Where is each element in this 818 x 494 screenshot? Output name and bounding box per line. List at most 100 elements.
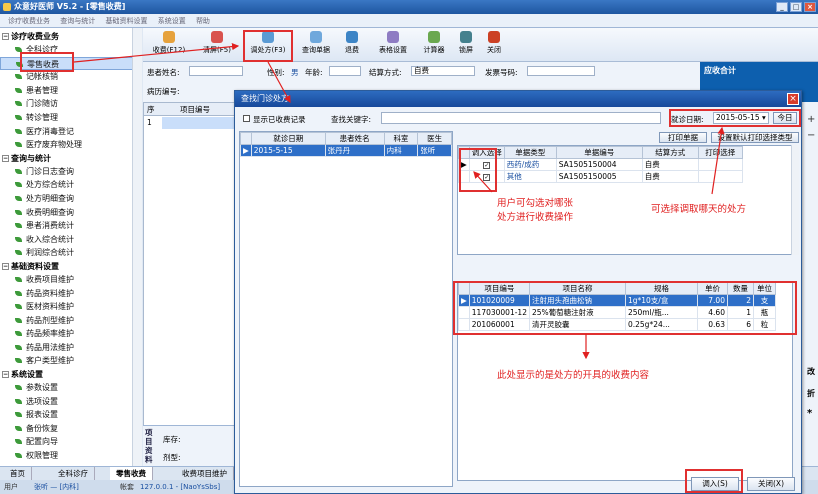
sidebar-item[interactable]: 医疗消毒登记 (0, 125, 141, 139)
tab-home[interactable]: 首页 (4, 467, 32, 480)
sidebar-item[interactable]: 收费明细查询 (0, 206, 141, 220)
clear-button[interactable]: 清屏(F5) (195, 30, 239, 60)
plus-icon[interactable]: + (807, 114, 815, 125)
menu-item[interactable]: 帮助 (196, 17, 210, 25)
sidebar-item[interactable]: 选项设置 (0, 395, 141, 409)
sidebar-item[interactable]: 患者管理 (0, 84, 141, 98)
tree-group[interactable]: − 查询与统计 (0, 152, 141, 165)
minimize-button[interactable]: _ (776, 2, 788, 12)
search-input[interactable] (381, 112, 661, 124)
set-default-print-button[interactable]: 设置默认打印选择类型 (711, 132, 799, 143)
prescription-row[interactable]: ▶ ✓ 西药/成药 SA1505150004 自费 (458, 158, 743, 171)
user-value: 张听 — [内科] (34, 483, 79, 491)
tree-group[interactable]: − 基础资料设置 (0, 260, 141, 273)
table-settings-button[interactable]: 表格设置 (371, 30, 415, 60)
sidebar-item[interactable]: 报表设置 (0, 408, 141, 422)
visit-grid-header: 就诊日期 患者姓名 科室 医生 (240, 132, 452, 145)
side-label: 折 (807, 389, 815, 398)
prescription-row[interactable]: ✓ 其他 SA1505150005 自费 (458, 170, 743, 183)
annotation-date: 可选择调取哪天的处方 (651, 204, 747, 215)
sidebar-item[interactable]: 门诊日志查询 (0, 165, 141, 179)
receivable-label: 应收合计 (704, 66, 736, 75)
charge-button[interactable]: 收费(F12) (149, 30, 189, 60)
sidebar-item[interactable]: 利润综合统计 (0, 246, 141, 260)
sidebar-item[interactable]: 医疗废弃物处理 (0, 138, 141, 152)
user-label: 用户 (4, 483, 18, 491)
item-info-pane: 项目资料 库存: 剂型: (143, 425, 235, 467)
account-label: 帐套 (120, 483, 134, 491)
window-title-bar: 众意好医师 V5.2 - [零售收费] _ □ × (0, 0, 818, 14)
sidebar-item[interactable]: 客户类型维护 (0, 354, 141, 368)
maximize-button[interactable]: □ (790, 2, 802, 12)
sidebar-item[interactable]: 处方综合统计 (0, 178, 141, 192)
charge-icon (163, 31, 175, 43)
calculator-icon (428, 31, 440, 43)
gender-select[interactable]: 男 (291, 67, 299, 78)
sidebar-item[interactable]: 处方明细查询 (0, 192, 141, 206)
gender-label: 性别: (267, 68, 285, 77)
sidebar-item[interactable]: 转诊管理 (0, 111, 141, 125)
invoice-label: 发票号码: (485, 68, 518, 77)
refund-button[interactable]: 退费 (339, 30, 365, 60)
close-button[interactable]: 关闭 (483, 30, 505, 60)
highlight-box (243, 30, 293, 62)
show-charged-checkbox[interactable] (243, 115, 250, 122)
patient-name-input[interactable] (189, 66, 243, 76)
sidebar-item[interactable]: 收费项目维护 (0, 273, 141, 287)
menu-bar: 诊疗收费业务 查询与统计 基础资料设置 系统设置 帮助 (0, 14, 818, 28)
minus-icon[interactable]: − (807, 130, 815, 141)
invoice-input[interactable] (527, 66, 595, 76)
sidebar-item[interactable]: 药品剂型维护 (0, 314, 141, 328)
tab-charge-items[interactable]: 收费项目维护 (176, 467, 234, 480)
dialog-close-btn[interactable]: 关闭(X) (747, 477, 795, 491)
tree-group[interactable]: − 系统设置 (0, 368, 141, 381)
sidebar-item[interactable]: 药品用法维护 (0, 341, 141, 355)
find-prescription-dialog: 查找门诊处方 × 显示已收费记录 查找关键字: 就诊日期: 2015-05-15… (234, 90, 802, 494)
sidebar-item[interactable]: 参数设置 (0, 381, 141, 395)
highlight-box (459, 148, 497, 192)
menu-item[interactable]: 诊疗收费业务 (8, 17, 50, 25)
menu-item[interactable]: 查询与统计 (60, 17, 95, 25)
menu-item[interactable]: 基础资料设置 (105, 17, 147, 25)
settle-select[interactable]: 自费 (411, 66, 475, 76)
charge-grid[interactable]: 序项目编号 1 (143, 102, 235, 432)
prescription-scrollbar[interactable] (791, 145, 799, 255)
sidebar-tree: − 诊疗收费业务 全科诊疗 零售收费 记帐核销 患者管理 门诊随访 转诊管理 医疗… (0, 28, 142, 466)
sidebar-item[interactable]: 门诊随访 (0, 97, 141, 111)
prescription-grid-header: 调入选择 单据类型 单据编号 结算方式 打印选择 (458, 146, 743, 159)
sidebar-item[interactable]: 记帐核销 (0, 70, 141, 84)
window-title: 众意好医师 V5.2 - [零售收费] (14, 2, 126, 11)
dialog-close-button[interactable]: × (787, 93, 799, 105)
sidebar-item[interactable]: 药品资料维护 (0, 287, 141, 301)
age-input[interactable] (329, 66, 361, 76)
app-icon (3, 3, 11, 11)
sidebar-item[interactable]: 备份恢复 (0, 422, 141, 436)
query-icon (310, 31, 322, 43)
sidebar-scrollbar[interactable] (132, 28, 142, 466)
menu-item[interactable]: 系统设置 (158, 17, 186, 25)
sidebar-item[interactable]: 药品频率维护 (0, 327, 141, 341)
print-button[interactable]: 打印单据 (659, 132, 707, 143)
highlight-box (20, 52, 74, 72)
age-label: 年龄: (305, 68, 323, 77)
lock-screen-button[interactable]: 锁屏 (455, 30, 477, 60)
sidebar-item[interactable]: 医材资料维护 (0, 300, 141, 314)
grid-row[interactable]: 1 (144, 116, 234, 129)
patient-name-label: 患者姓名: (147, 68, 180, 77)
sidebar-item[interactable]: 患者消费统计 (0, 219, 141, 233)
close-window-button[interactable]: × (804, 2, 816, 12)
tab-retail-charge[interactable]: 零售收费 (110, 467, 153, 480)
sidebar-item[interactable]: 配置向导 (0, 435, 141, 449)
tab-general[interactable]: 全科诊疗 (52, 467, 95, 480)
right-side-strip: + − 改 折 * (800, 102, 818, 467)
visit-grid[interactable]: 就诊日期 患者姓名 科室 医生 ▶ 2015-5-15 张丹丹 内科 张听 (239, 131, 453, 487)
visit-row[interactable]: ▶ 2015-5-15 张丹丹 内科 张听 (240, 144, 452, 157)
sidebar-item[interactable]: 权限管理 (0, 449, 141, 463)
tree-group[interactable]: − 诊疗收费业务 (0, 30, 141, 43)
record-label: 病历编号: (147, 87, 180, 96)
query-bills-button[interactable]: 查询单据 (298, 30, 334, 60)
highlight-box (669, 109, 801, 127)
side-label: 改 (807, 367, 815, 376)
sidebar-item[interactable]: 收入综合统计 (0, 233, 141, 247)
calculator-button[interactable]: 计算器 (419, 30, 449, 60)
